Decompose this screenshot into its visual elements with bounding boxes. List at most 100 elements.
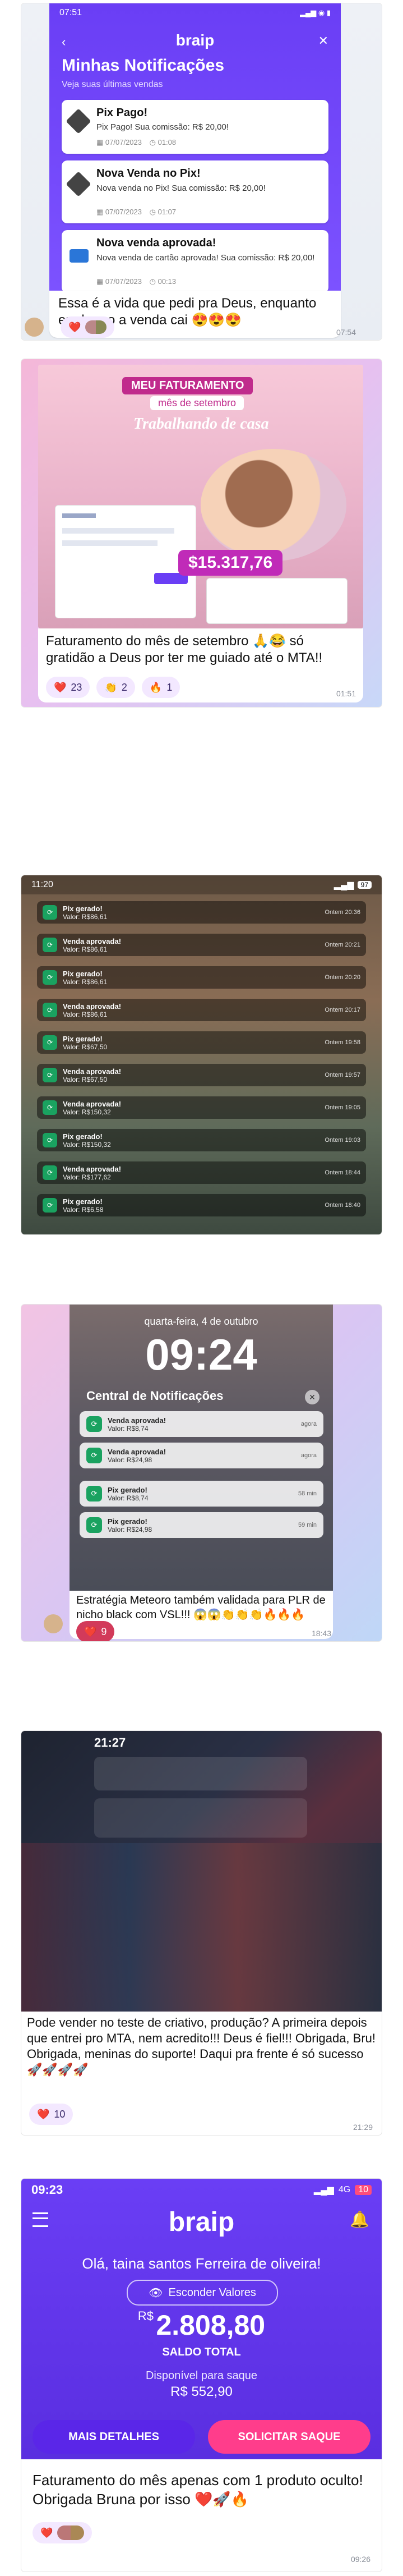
notification-body: Valor: R$86,61	[63, 912, 108, 921]
notification-row[interactable]: ⟳ Venda aprovada! Valor: R$8,74 agora	[80, 1411, 323, 1437]
notification-time: 59 min	[298, 1522, 317, 1528]
reaction-fire[interactable]: 🔥 1	[141, 677, 180, 698]
notification-title: Nova Venda no Pix!	[96, 167, 201, 180]
notification-body: Pix Pago! Sua comissão: R$ 20,00!	[96, 122, 229, 132]
heart-icon: ❤️	[68, 321, 81, 333]
reaction-avatars	[57, 2526, 85, 2540]
notification-date: 07/07/2023	[105, 138, 142, 146]
reaction-clap[interactable]: 👏 2	[96, 677, 135, 698]
notification-title: Pix gerado!	[63, 1197, 103, 1206]
app-icon: ⟳	[43, 905, 57, 920]
notification-time: 01:08	[158, 138, 177, 146]
avatar	[44, 1614, 63, 1633]
notification-body: Valor: R$150,32	[63, 1140, 111, 1149]
heart-icon: ❤️	[37, 2108, 50, 2120]
notification-row[interactable]: ⟳ Pix gerado! Valor: R$86,61 Ontem 20:36	[37, 901, 366, 924]
total-value: R$ 2.808,80	[21, 2309, 382, 2341]
status-bar: 11:20 ▂▄▆ 97	[21, 875, 382, 894]
notification-time: Ontem 20:17	[325, 1007, 360, 1013]
message-time: 21:29	[353, 2123, 373, 2132]
notification-row[interactable]: ⟳ Pix gerado! Valor: R$8,74 58 min	[80, 1481, 323, 1507]
notification-body: Valor: R$86,61	[63, 1010, 108, 1018]
app-icon: ⟳	[43, 970, 57, 985]
brand-logo: braip	[175, 31, 215, 49]
notification-row[interactable]: ⟳ Venda aprovada! Valor: R$150,32 Ontem 19:…	[37, 1096, 366, 1119]
notification-body: Valor: R$86,61	[63, 945, 108, 953]
reactions: ❤️	[33, 2522, 92, 2543]
photo-people	[201, 449, 346, 561]
notification-meta: ▦ 07/07/2023 ◷ 01:08	[96, 138, 176, 147]
notification-card[interactable]: Nova Venda no Pix! Nova venda no Pix! Su…	[62, 160, 328, 223]
reaction-heart[interactable]: ❤️	[33, 2522, 92, 2543]
notification-body: Valor: R$67,50	[63, 1043, 108, 1051]
details-button[interactable]: MAIS DETALHES	[33, 2420, 195, 2454]
calendar-icon: ▦	[96, 208, 104, 216]
reaction-heart[interactable]: ❤️	[61, 316, 115, 338]
dashboard-bar	[62, 540, 158, 546]
notification-body: Valor: R$150,32	[63, 1108, 111, 1116]
reactions: ❤️ 23 👏 2 🔥 1	[46, 677, 180, 698]
amount-badge: $15.317,76	[178, 550, 283, 576]
post-caption: Estratégia Meteoro também validada para …	[76, 1594, 326, 1621]
post-caption: Faturamento do mês apenas com 1 produto …	[33, 2472, 363, 2508]
notification-title: Venda aprovada!	[63, 1067, 122, 1076]
notification-card[interactable]: Nova venda aprovada! Nova venda de cartã…	[62, 230, 328, 293]
page-subtitle: Veja suas últimas vendas	[62, 80, 163, 89]
notification-time: Ontem 20:21	[325, 942, 360, 948]
notification-row[interactable]: ⟳ Pix gerado! Valor: R$150,32 Ontem 19:03	[37, 1129, 366, 1151]
hide-values-button[interactable]: 👁 Esconder Valores	[127, 2280, 278, 2306]
eye-icon: 👁	[149, 2286, 163, 2299]
notification-row[interactable]: ⟳ Venda aprovada! Valor: R$86,61 Ontem 20:1…	[37, 999, 366, 1021]
message-time: 01:51	[336, 689, 356, 698]
available-value: R$ 552,90	[170, 2384, 233, 2399]
notification-row[interactable]: ⟳ Pix gerado! Valor: R$6,58 Ontem 18:40	[37, 1194, 366, 1216]
quick-settings	[94, 1757, 307, 1790]
close-icon[interactable]: ✕	[318, 34, 328, 48]
notification-row[interactable]: ⟳ Venda aprovada! Valor: R$67,50 Ontem 19:5…	[37, 1064, 366, 1086]
message-time: 18:43	[311, 1629, 331, 1638]
status-icons: ▂▄▆ ◉ ▮	[300, 8, 331, 17]
notification-row[interactable]: ⟳ Venda aprovada! Valor: R$177,62 Ontem 18:…	[37, 1161, 366, 1184]
clock-icon: ◷	[149, 138, 156, 146]
reaction-heart[interactable]: ❤️ 23	[46, 677, 90, 698]
promo-image: MEU FATURAMENTO mês de setembro Trabalha…	[38, 365, 363, 628]
status-time: 07:51	[59, 8, 82, 17]
banner-script: Trabalhando de casa	[133, 415, 269, 433]
notification-title: Pix gerado!	[63, 904, 103, 913]
notification-center-title: Central de Notificações	[86, 1389, 224, 1403]
status-bar: 09:23 ▂▄▆ 4G 10	[21, 2179, 382, 2201]
notification-row[interactable]: ⟳ Venda aprovada! Valor: R$24,98 agora	[80, 1443, 323, 1468]
blurred-area	[21, 1843, 382, 2012]
reactions: ❤️ 10	[29, 2104, 73, 2125]
notification-title: Venda aprovada!	[63, 1164, 122, 1173]
total-amount: 2.808,80	[156, 2309, 266, 2341]
notification-body: Valor: R$67,50	[63, 1075, 108, 1083]
notification-time: 01:07	[158, 208, 177, 216]
heart-icon: ❤️	[84, 1626, 97, 1637]
dashboard-bar	[62, 528, 174, 534]
notification-title: Pix gerado!	[63, 1132, 103, 1141]
notification-row[interactable]: ⟳ Venda aprovada! Valor: R$86,61 Ontem 20:2…	[37, 934, 366, 956]
dashboard-screenshot-2	[206, 578, 348, 624]
notification-card[interactable]: Pix Pago! Pix Pago! Sua comissão: R$ 20,…	[62, 100, 328, 154]
app-icon: ⟳	[43, 1133, 57, 1147]
notification-row[interactable]: ⟳ Pix gerado! Valor: R$67,50 Ontem 19:58	[37, 1031, 366, 1054]
clock-icon: ◷	[149, 277, 156, 286]
notification-title: Pix gerado!	[108, 1485, 147, 1494]
close-icon[interactable]: ✕	[305, 1390, 319, 1404]
notification-meta: ▦ 07/07/2023 ◷ 01:07	[96, 208, 176, 217]
back-icon[interactable]: ‹	[62, 35, 66, 49]
bell-icon[interactable]: 🔔	[350, 2210, 369, 2229]
notification-row[interactable]: ⟳ Pix gerado! Valor: R$86,61 Ontem 20:20	[37, 966, 366, 989]
app-icon: ⟳	[86, 1486, 102, 1501]
status-icons: ▂▄▆ 4G 10	[314, 2184, 372, 2196]
withdraw-button[interactable]: SOLICITAR SAQUE	[208, 2420, 370, 2454]
phone-screen: 07:51 ▂▄▆ ◉ ▮ braip ‹ ✕ Minhas Notificaç…	[49, 3, 341, 293]
post-caption: Pode vender no teste de criativo, produç…	[27, 2015, 376, 2077]
app-icon: ⟳	[86, 1416, 102, 1432]
notification-row[interactable]: ⟳ Pix gerado! Valor: R$24,98 59 min	[80, 1512, 323, 1538]
reaction-heart[interactable]: ❤️ 10	[29, 2104, 73, 2125]
app-icon: ⟳	[43, 1100, 57, 1115]
reaction-heart[interactable]: ❤️ 9	[76, 1621, 115, 1641]
total-label: SALDO TOTAL	[162, 2346, 241, 2358]
